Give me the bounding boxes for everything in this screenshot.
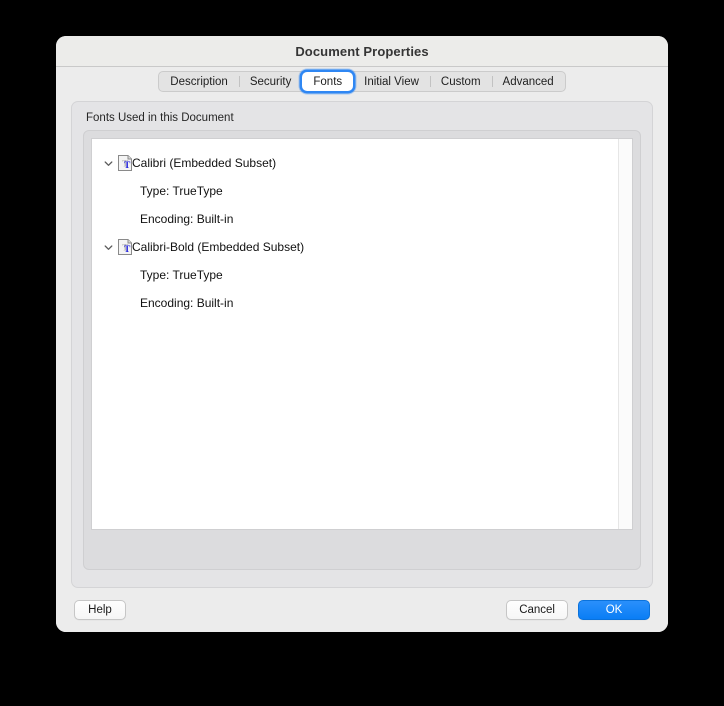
svg-text:T: T (124, 245, 131, 255)
footer-left-group: Help (74, 600, 126, 620)
footer-right-group: Cancel OK (506, 600, 650, 620)
font-encoding: Encoding: Built-in (140, 212, 234, 226)
list-item[interactable]: T T Calibri-Bold (Embedded Subset) (92, 233, 618, 261)
tab-advanced-label: Advanced (502, 75, 554, 88)
font-name: Calibri (Embedded Subset) (132, 156, 277, 170)
tab-fonts-label: Fonts (313, 75, 343, 88)
cancel-button-label: Cancel (519, 604, 555, 616)
fonts-group-label: Fonts Used in this Document (86, 112, 234, 124)
tab-advanced[interactable]: Advanced (491, 72, 565, 91)
chevron-down-icon[interactable] (100, 239, 116, 255)
vertical-scrollbar[interactable] (618, 139, 632, 529)
font-encoding: Encoding: Built-in (140, 296, 234, 310)
ok-button[interactable]: OK (578, 600, 650, 620)
tab-initial-view-label: Initial View (364, 75, 419, 88)
ok-button-label: OK (605, 604, 623, 616)
tab-custom-label: Custom (440, 75, 481, 88)
truetype-font-icon: T T (118, 155, 132, 171)
tab-description-label: Description (170, 75, 228, 88)
font-type: Type: TrueType (140, 184, 223, 198)
list-item-detail: Type: TrueType (92, 261, 618, 289)
tab-description[interactable]: Description (159, 72, 239, 91)
tab-initial-view[interactable]: Initial View (353, 72, 430, 91)
tabbar: Description Security Fonts Initial View … (56, 67, 668, 97)
truetype-font-icon: T T (118, 239, 132, 255)
tab-segmented-control: Description Security Fonts Initial View … (158, 71, 566, 92)
tab-security[interactable]: Security (238, 72, 303, 91)
font-type: Type: TrueType (140, 268, 223, 282)
svg-text:T: T (124, 161, 131, 171)
chevron-down-icon[interactable] (100, 155, 116, 171)
tab-fonts[interactable]: Fonts (302, 72, 354, 91)
list-item-detail: Type: TrueType (92, 177, 618, 205)
help-button-label: Help (88, 604, 112, 616)
fonts-list-body: T T Calibri (Embedded Subset) Type: True… (92, 139, 618, 529)
window-titlebar: Document Properties (56, 36, 668, 67)
list-item-detail: Encoding: Built-in (92, 289, 618, 317)
help-button[interactable]: Help (74, 600, 126, 620)
font-name: Calibri-Bold (Embedded Subset) (132, 240, 305, 254)
list-item-detail: Encoding: Built-in (92, 205, 618, 233)
page-title: Document Properties (295, 43, 429, 59)
fonts-tab-panel: Fonts Used in this Document T T Calibri … (71, 101, 653, 588)
fonts-list: T T Calibri (Embedded Subset) Type: True… (91, 138, 633, 530)
dialog-footer: Help Cancel OK (56, 588, 668, 632)
fonts-group-box: T T Calibri (Embedded Subset) Type: True… (83, 130, 641, 570)
tab-custom[interactable]: Custom (429, 72, 492, 91)
document-properties-dialog: Document Properties Description Security… (56, 36, 668, 632)
tab-security-label: Security (249, 75, 292, 88)
list-item[interactable]: T T Calibri (Embedded Subset) (92, 149, 618, 177)
cancel-button[interactable]: Cancel (506, 600, 568, 620)
